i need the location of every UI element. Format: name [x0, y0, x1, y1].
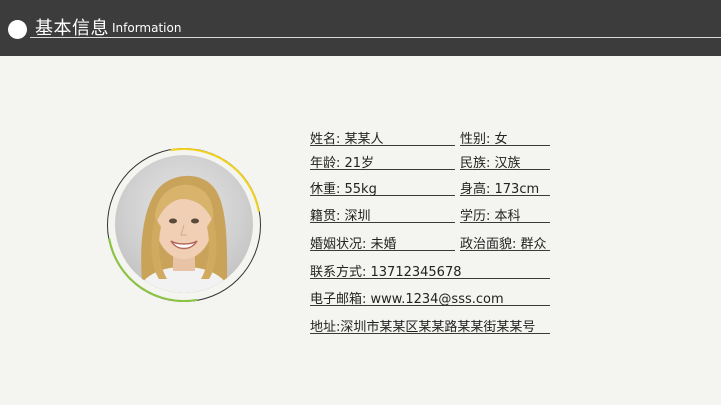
- field-political-status: 政治面貌: 群众: [460, 233, 550, 252]
- field-name: 姓名: 某某人: [310, 128, 455, 147]
- field-education: 学历: 本科: [460, 205, 550, 224]
- field-address: 地址:深圳市某某区某某路某某街某某号: [310, 316, 550, 335]
- field-native-place: 籍贯: 深圳: [310, 205, 455, 224]
- circle-bullet-icon: [8, 20, 27, 39]
- person-photo-icon: [135, 175, 233, 293]
- field-gender: 性别: 女: [460, 128, 550, 147]
- header-divider: [30, 37, 721, 38]
- field-phone: 联系方式: 13712345678: [310, 261, 550, 280]
- field-ethnicity: 民族: 汉族: [460, 152, 550, 171]
- header-bar: 基本信息 Information: [0, 0, 721, 56]
- field-email: 电子邮箱: www.1234@sss.com: [310, 288, 550, 307]
- field-marital-status: 婚姻状况: 未婚: [310, 233, 455, 252]
- page-subtitle: Information: [112, 21, 182, 35]
- avatar: [115, 155, 253, 293]
- field-weight: 休重: 55kg: [310, 178, 455, 197]
- field-height: 身高: 173cm: [460, 178, 550, 197]
- field-age: 年龄: 21岁: [310, 152, 455, 171]
